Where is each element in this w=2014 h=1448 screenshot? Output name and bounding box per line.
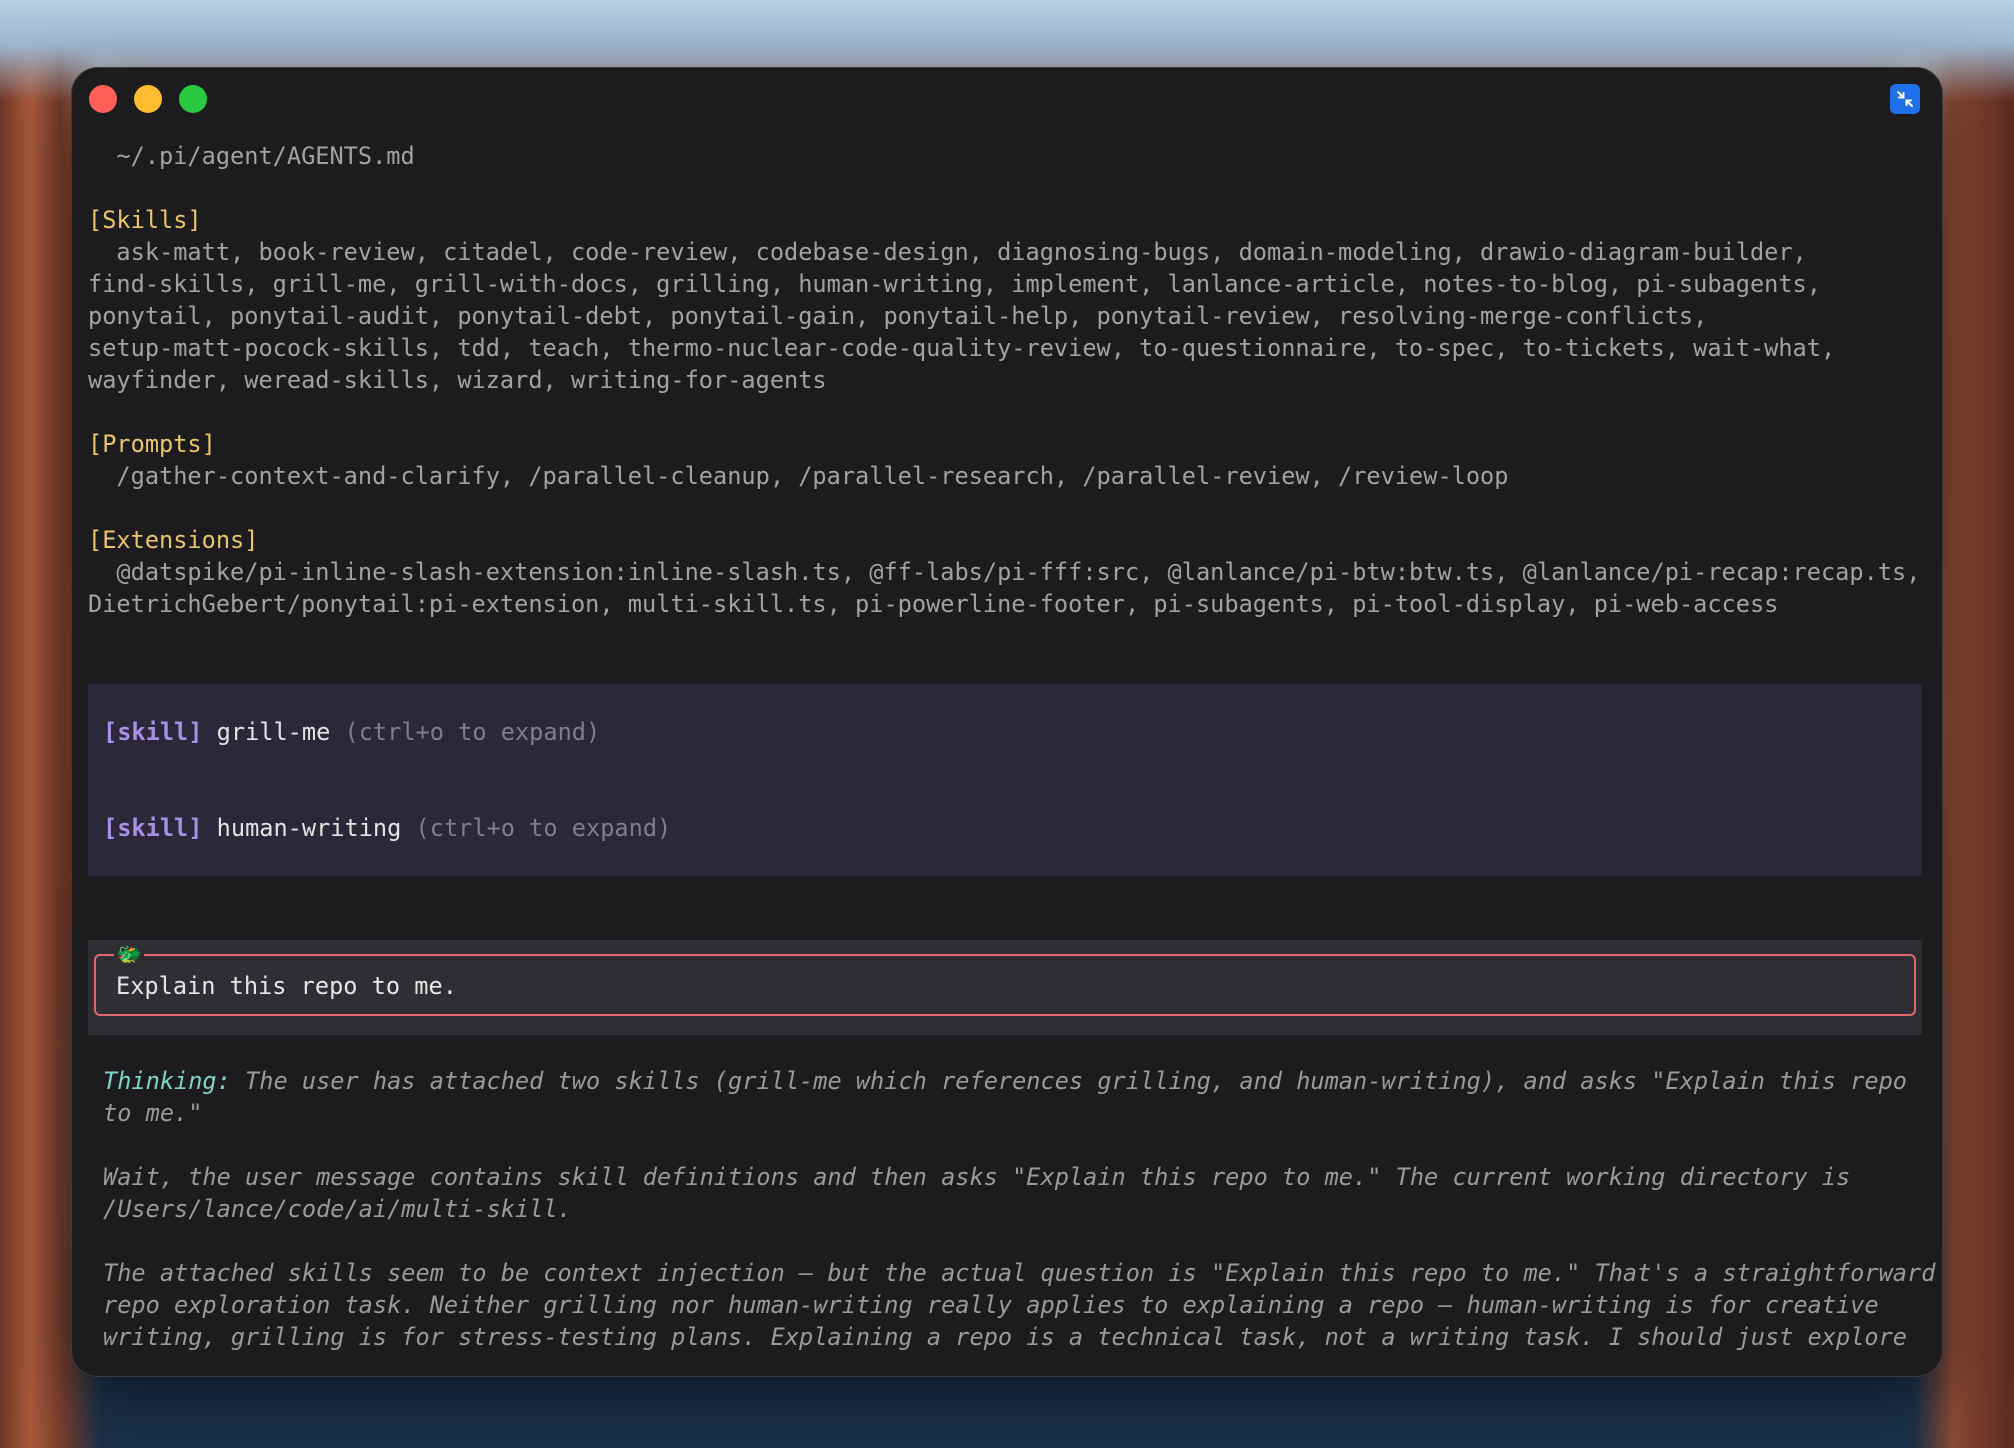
expand-hint: (ctrl+o to expand) bbox=[415, 814, 672, 842]
skill-name: grill-me bbox=[216, 718, 331, 746]
expand-hint: (ctrl+o to expand) bbox=[344, 718, 601, 746]
thinking-line: /Users/lance/code/ai/multi-skill. bbox=[103, 1195, 572, 1223]
prompts-line: /gather-context-and-clarify, /parallel-c… bbox=[88, 462, 1509, 490]
dragon-icon: 🐲 bbox=[114, 942, 144, 968]
attached-skill-item[interactable]: [skill] human-writing (ctrl+o to expand) bbox=[88, 812, 1922, 844]
thinking-line: The attached skills seem to be context i… bbox=[103, 1259, 1936, 1287]
attached-skills: [skill] grill-me (ctrl+o to expand) [ski… bbox=[88, 684, 1922, 876]
thinking-line: to me." bbox=[103, 1099, 203, 1127]
prompts-heading: [Prompts] bbox=[88, 430, 216, 458]
context-file-path: ~/.pi/agent/AGENTS.md bbox=[88, 142, 415, 170]
thinking-block: Thinking: The user has attached two skil… bbox=[88, 1065, 1936, 1353]
thinking-line bbox=[103, 1129, 1922, 1161]
skills-line: setup-matt-pocock-skills, tdd, teach, th… bbox=[88, 334, 1836, 362]
zoom-button[interactable] bbox=[179, 85, 207, 113]
thinking-text: The user has attached two skills (grill-… bbox=[230, 1067, 1907, 1095]
thinking-line: Wait, the user message contains skill de… bbox=[103, 1163, 1851, 1191]
extensions-line: @datspike/pi-inline-slash-extension:inli… bbox=[88, 558, 1921, 586]
minimize-button[interactable] bbox=[134, 85, 162, 113]
skills-line: find-skills, grill-me, grill-with-docs, … bbox=[88, 270, 1821, 298]
user-message: 🐲 Explain this repo to me. bbox=[88, 940, 1922, 1035]
traffic-lights bbox=[89, 85, 207, 113]
extensions-heading: [Extensions] bbox=[88, 526, 259, 554]
skills-line: ask-matt, book-review, citadel, code-rev… bbox=[88, 238, 1807, 266]
skills-line: ponytail, ponytail-audit, ponytail-debt,… bbox=[88, 302, 1708, 330]
collapse-button[interactable] bbox=[1890, 84, 1920, 114]
user-message-text: Explain this repo to me. bbox=[116, 972, 457, 1000]
attached-skill-item[interactable]: [skill] grill-me (ctrl+o to expand) bbox=[88, 716, 1922, 748]
thinking-line bbox=[103, 1225, 1922, 1257]
thinking-line: writing, grilling is for stress-testing … bbox=[103, 1323, 1907, 1351]
skill-name: human-writing bbox=[216, 814, 402, 842]
skill-tag: [skill] bbox=[103, 718, 203, 746]
thinking-line: repo exploration task. Neither grilling … bbox=[103, 1291, 1879, 1319]
terminal-window: ~/.pi/agent/AGENTS.md [Skills] ask-matt,… bbox=[72, 68, 1942, 1376]
thinking-line: Thinking: The user has attached two skil… bbox=[103, 1065, 1922, 1097]
extensions-line: DietrichGebert/ponytail:pi-extension, mu… bbox=[88, 590, 1779, 618]
close-button[interactable] bbox=[89, 85, 117, 113]
thinking-label: Thinking: bbox=[103, 1067, 231, 1095]
arrows-collapse-icon bbox=[1897, 91, 1913, 107]
skills-heading: [Skills] bbox=[88, 206, 202, 234]
terminal-output: ~/.pi/agent/AGENTS.md [Skills] ask-matt,… bbox=[88, 140, 1936, 1353]
skills-line: wayfinder, weread-skills, wizard, writin… bbox=[88, 366, 827, 394]
skill-tag: [skill] bbox=[103, 814, 203, 842]
